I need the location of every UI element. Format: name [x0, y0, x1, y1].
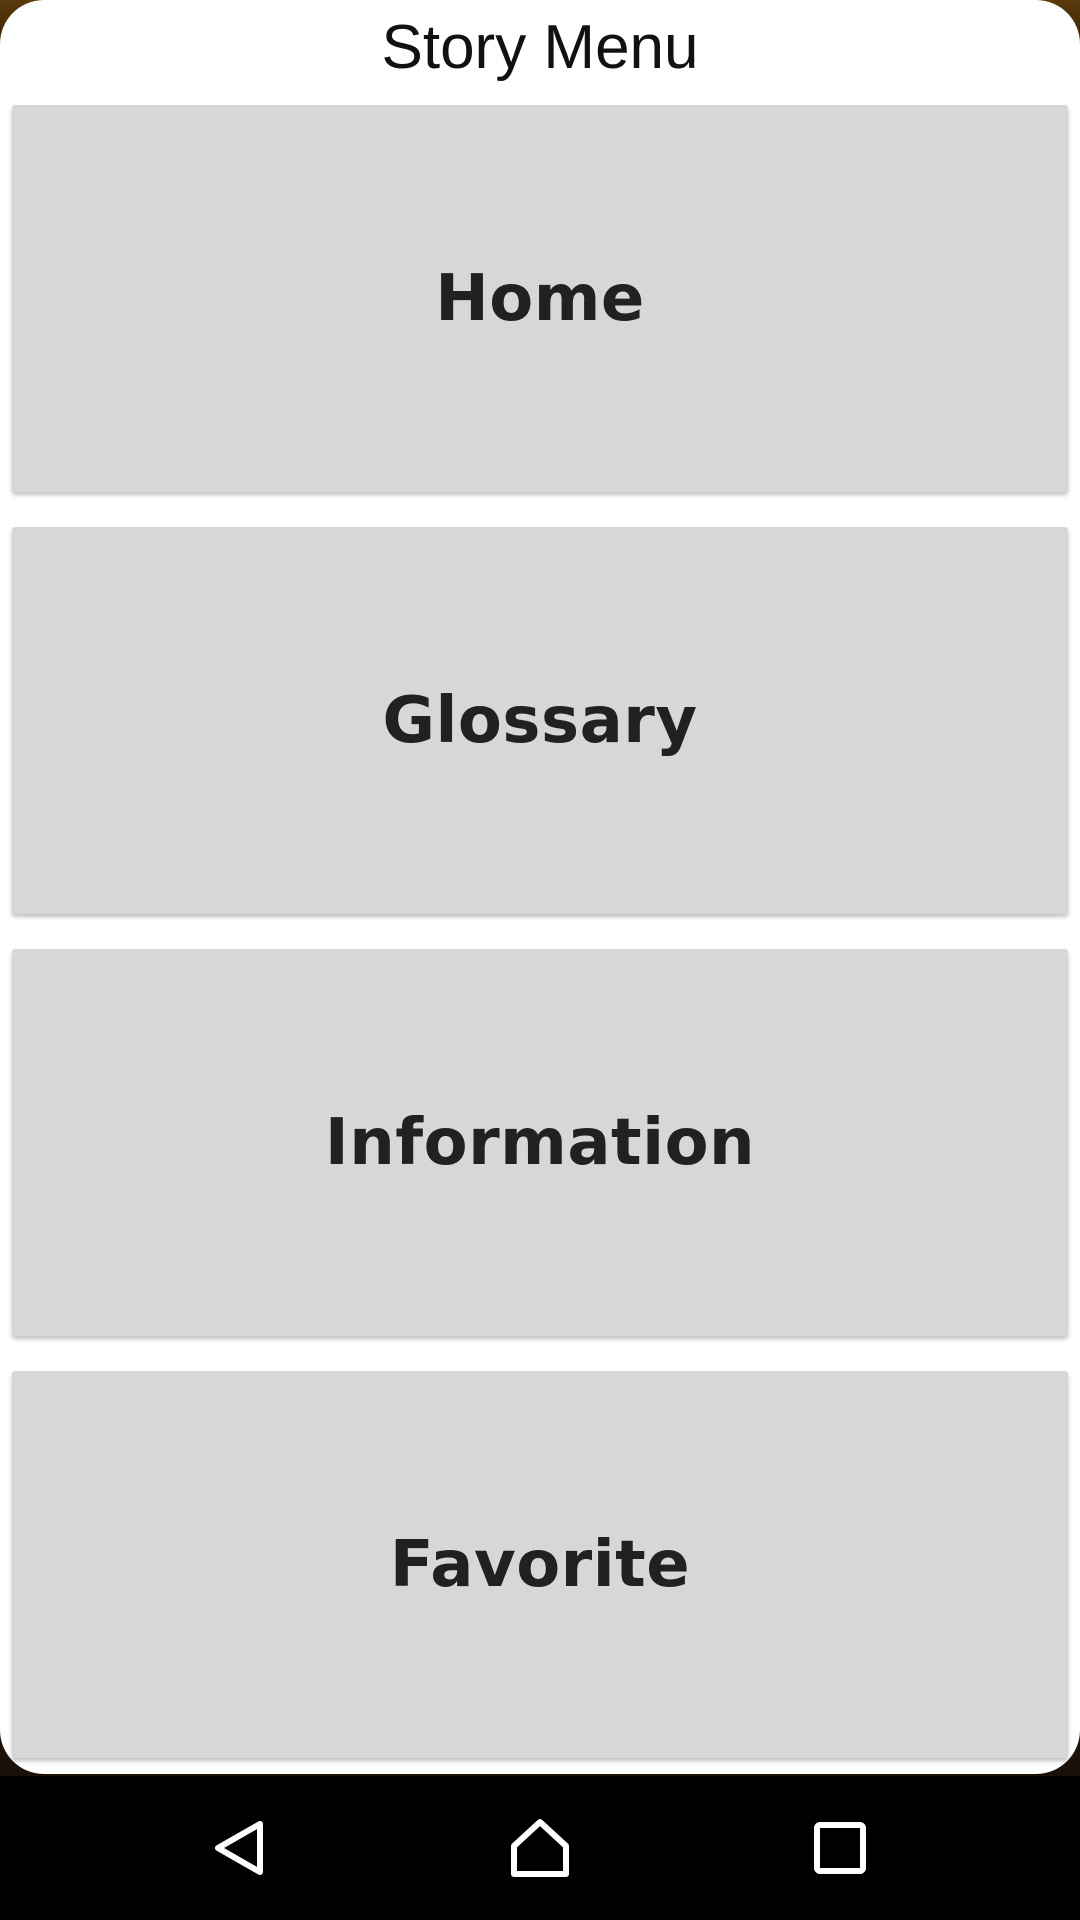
menu-list: Home Glossary Information Favorite [12, 105, 1068, 1774]
glossary-button-label: Glossary [382, 683, 698, 758]
back-triangle-icon [215, 1821, 263, 1875]
back-button[interactable] [190, 1798, 290, 1898]
favorite-button-label: Favorite [389, 1527, 691, 1602]
home-nav-button[interactable] [490, 1798, 590, 1898]
favorite-button[interactable]: Favorite [12, 1371, 1068, 1758]
recents-square-icon [814, 1822, 866, 1874]
dialog-title: Story Menu [381, 13, 699, 82]
home-button[interactable]: Home [12, 105, 1068, 492]
information-button[interactable]: Information [12, 949, 1068, 1336]
recents-button[interactable] [790, 1798, 890, 1898]
home-icon [511, 1819, 569, 1877]
home-button-label: Home [435, 261, 645, 336]
screen: Story Menu Home Glossary Information Fav… [0, 0, 1080, 1920]
information-button-label: Information [324, 1105, 756, 1180]
navigation-bar [0, 1776, 1080, 1920]
glossary-button[interactable]: Glossary [12, 527, 1068, 914]
story-menu-dialog: Story Menu Home Glossary Information Fav… [0, 0, 1080, 1774]
